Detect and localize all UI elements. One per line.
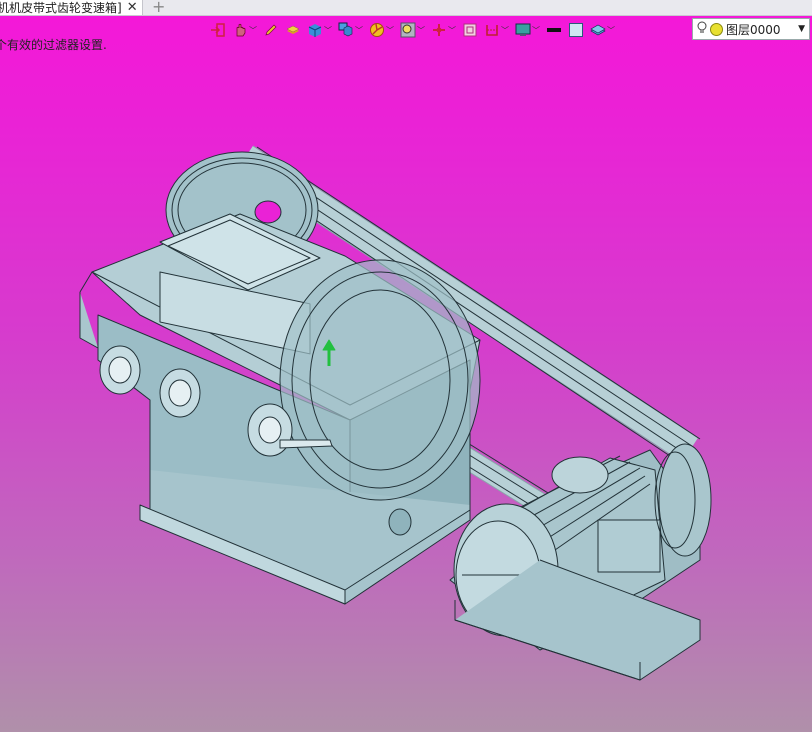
- document-tab[interactable]: 机机皮带式齿轮变速箱] ✕: [0, 0, 143, 15]
- internal-gear: [279, 259, 481, 501]
- 3d-viewport[interactable]: 个有效的过滤器设置. ﹀ ﹀ ﹀ ﹀ ﹀ ﹀ ﹀ ﹀ ﹀ 图层0000 ▼: [0, 16, 812, 732]
- gearbox-assembly-model[interactable]: [0, 16, 812, 732]
- document-tab-title: 机机皮带式齿轮变速箱]: [0, 0, 122, 15]
- add-tab-button[interactable]: +: [152, 0, 165, 16]
- tab-bar: 机机皮带式齿轮变速箱] ✕ +: [0, 0, 812, 16]
- drive-pulley: [654, 443, 712, 557]
- close-icon[interactable]: ✕: [127, 1, 138, 14]
